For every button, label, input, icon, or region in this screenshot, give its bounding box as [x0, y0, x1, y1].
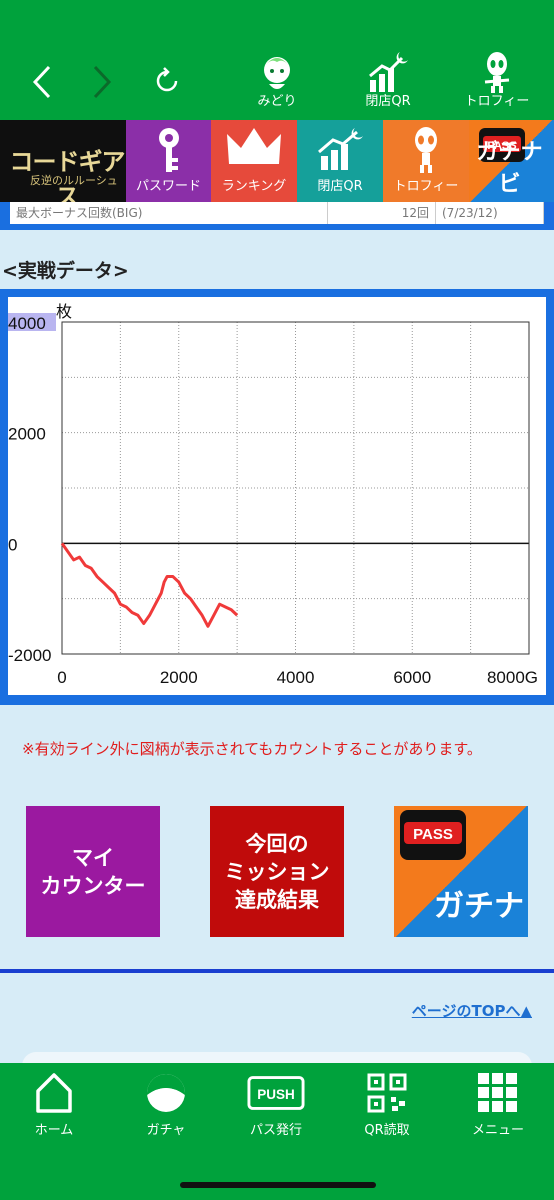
gachinavi-tile[interactable]: PASS ガチナビ: [469, 120, 554, 202]
gacha-icon: [147, 1074, 185, 1112]
svg-text:PASS: PASS: [413, 826, 453, 843]
x-tick-label: 4000: [277, 668, 315, 687]
nav-gacha[interactable]: ガチャ: [120, 1071, 212, 1141]
slump-graph: 4000 2000 0 -2000 枚 0 2000 4000 6000 8000G: [8, 302, 538, 687]
crown-icon: [227, 128, 281, 164]
svg-text:PUSH: PUSH: [257, 1087, 295, 1102]
play-data-chart: 4000 2000 0 -2000 枚 0 2000 4000 6000 8000G: [8, 297, 546, 695]
section-divider: [0, 969, 554, 973]
menu-grid-icon: [478, 1073, 517, 1112]
nav-pass-label: パス発行: [249, 1123, 302, 1138]
nav-qr-label: QR読取: [364, 1123, 410, 1138]
gachinavi-logo-icon: PASS ガチナビ: [400, 810, 528, 924]
y-tick-label: 0: [8, 535, 17, 554]
my-counter-button[interactable]: マイ カウンター: [26, 806, 160, 937]
midori-button[interactable]: みどり: [232, 50, 322, 114]
y-axis-unit-label: 枚: [56, 302, 72, 321]
midori-character-icon: [264, 57, 290, 89]
closing-qr-label: 閉店QR: [365, 94, 411, 109]
play-data-chart-panel: 4000 2000 0 -2000 枚 0 2000 4000 6000 8000G: [0, 289, 554, 705]
trophy-alien-icon: [415, 127, 437, 173]
trophy-button[interactable]: トロフィー: [452, 50, 542, 114]
x-tick-label: 0: [57, 668, 66, 687]
machine-logo-tile[interactable]: コードギアス 反逆のルルーシュ: [0, 120, 126, 211]
nav-home[interactable]: ホーム: [8, 1071, 100, 1141]
stats-cell-label: 最大ボーナス回数(BIG): [10, 202, 328, 224]
browser-toolbar: みどり 閉店QR トロフィー: [0, 0, 554, 120]
trophy-tile-label: トロフィー: [393, 179, 459, 194]
forward-button[interactable]: [88, 62, 116, 102]
stats-table-remnant: 最大ボーナス回数(BIG) 12回 (7/23/12): [0, 202, 554, 230]
ranking-label: ランキング: [221, 179, 287, 194]
stats-table-row: 最大ボーナス回数(BIG) 12回 (7/23/12): [10, 202, 544, 224]
nav-qr-scan[interactable]: QR読取: [341, 1071, 433, 1141]
machine-logo-subtitle: 反逆のルルーシュ: [30, 174, 118, 187]
stats-cell-value: 12回: [328, 202, 436, 224]
ranking-tile[interactable]: ランキング: [211, 120, 297, 202]
trophy-alien-icon: [484, 52, 510, 93]
back-button[interactable]: [28, 62, 56, 102]
page-top-link[interactable]: ページのTOPへ▲: [412, 1000, 532, 1021]
mission-result-button[interactable]: 今回の ミッション 達成結果: [210, 806, 344, 937]
y-tick-label: 4000: [8, 314, 46, 333]
closing-qr-chart-icon: [369, 52, 408, 92]
password-tile[interactable]: パスワード: [126, 120, 211, 202]
closing-qr-tile-label: 閉店QR: [317, 179, 363, 194]
nav-menu[interactable]: メニュー: [452, 1071, 544, 1141]
action-button-row: マイ カウンター 今回の ミッション 達成結果 PASS ガチナビ: [0, 806, 554, 938]
closing-qr-button[interactable]: 閉店QR: [343, 50, 433, 114]
notice-text: ※有効ライン外に図柄が表示されてもカウントすることがあります。: [22, 740, 482, 758]
home-icon: [36, 1073, 72, 1113]
gachinavi-button[interactable]: PASS ガチナビ: [394, 806, 528, 937]
nav-menu-label: メニュー: [471, 1123, 524, 1138]
key-icon: [158, 128, 179, 172]
feature-tile-row: コードギアス 反逆のルルーシュ パスワード ランキング 閉店QR トロフィー P…: [0, 120, 554, 211]
gachinavi-tile-label: ガチナビ: [476, 140, 543, 197]
x-tick-label: 8000G: [487, 668, 538, 687]
reload-icon[interactable]: [150, 64, 184, 98]
trophy-label: トロフィー: [464, 94, 530, 109]
slump-series-line: [60, 542, 239, 628]
nav-pass-issue[interactable]: PUSH パス発行: [230, 1071, 322, 1141]
stats-cell-date: (7/23/12): [436, 202, 544, 224]
chevron-right-icon: [93, 65, 112, 99]
x-tick-label: 6000: [393, 668, 431, 687]
closing-qr-tile[interactable]: 閉店QR: [297, 120, 383, 202]
section-title: <実戦データ>: [2, 260, 129, 282]
x-tick-label: 2000: [160, 668, 198, 687]
push-pass-icon: PUSH: [247, 1076, 305, 1110]
password-label: パスワード: [135, 179, 201, 194]
y-tick-label: -2000: [8, 646, 51, 665]
trophy-tile[interactable]: トロフィー: [383, 120, 469, 202]
midori-label: みどり: [257, 94, 297, 109]
nav-home-label: ホーム: [34, 1123, 74, 1138]
nav-gacha-label: ガチャ: [146, 1123, 186, 1138]
home-indicator: [180, 1182, 376, 1188]
chevron-left-icon: [32, 65, 51, 99]
bottom-nav-bar: ホーム ガチャ PUSH パス発行 QR読取 メニュー: [0, 1063, 554, 1200]
y-tick-label: 2000: [8, 425, 46, 444]
qr-scan-icon: [367, 1073, 407, 1113]
closing-qr-chart-icon: [318, 128, 363, 170]
svg-text:ガチナビ: ガチナビ: [434, 889, 528, 924]
